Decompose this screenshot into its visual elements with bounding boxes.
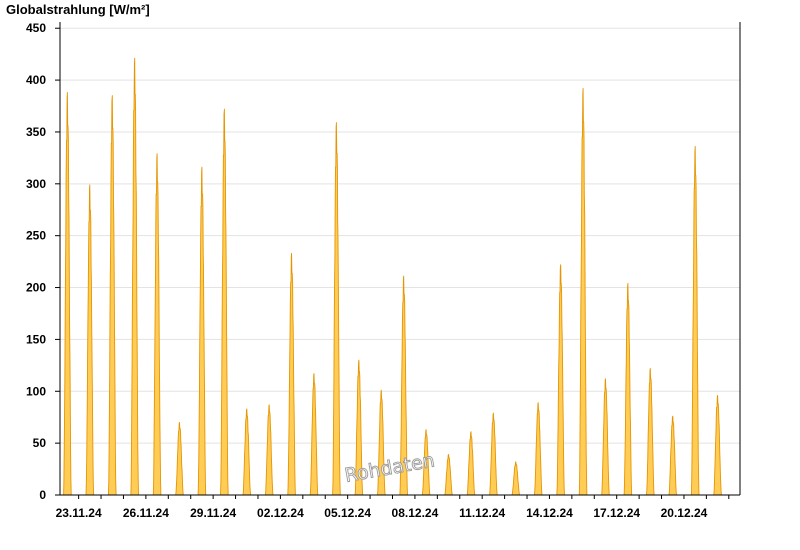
daily-radiation-19.12.24 — [668, 415, 678, 496]
daily-radiation-24.11.24 — [107, 95, 117, 496]
daily-radiation-02.12.24 — [287, 252, 296, 496]
ytick-label-50: 50 — [33, 436, 47, 450]
xtick-label-11.12.24: 11.12.24 — [459, 506, 505, 520]
solar-radiation-chart: Globalstrahlung [W/m²] 0 50 100 150 200 250 30… — [6, 2, 741, 520]
gridlines — [60, 27, 740, 444]
y-axis-ticks: 0 50 100 150 200 250 300 350 400 450 — [26, 21, 60, 502]
daily-radiation-26.11.24 — [152, 153, 162, 496]
xtick-label-08.12.24: 08.12.24 — [392, 506, 439, 520]
ytick-label-400: 400 — [26, 73, 46, 87]
ytick-label-100: 100 — [26, 384, 46, 398]
xtick-label-23.11.24: 23.11.24 — [56, 506, 102, 520]
daily-radiation-15.12.24 — [578, 87, 588, 496]
daily-radiation-14.12.24 — [556, 264, 565, 496]
daily-radiation-03.12.24 — [309, 373, 319, 496]
daily-radiation-27.11.24 — [175, 421, 184, 496]
daily-radiation-16.12.24 — [601, 378, 610, 496]
xtick-label-29.11.24: 29.11.24 — [190, 506, 236, 520]
ytick-label-200: 200 — [26, 281, 46, 295]
daily-radiation-28.11.24 — [197, 166, 207, 496]
xtick-label-14.12.24: 14.12.24 — [526, 506, 573, 520]
x-axis-ticks: 23.11.24 26.11.24 29.11.24 02.12.24 05.12.24… — [56, 495, 730, 520]
ytick-label-300: 300 — [26, 177, 46, 191]
radiation-series — [63, 57, 722, 496]
xtick-label-05.12.24: 05.12.24 — [324, 506, 371, 520]
daily-radiation-09.12.24 — [444, 454, 453, 496]
daily-radiation-13.12.24 — [533, 402, 543, 496]
daily-radiation-18.12.24 — [646, 368, 655, 496]
ytick-label-150: 150 — [26, 332, 46, 346]
xtick-label-26.11.24: 26.11.24 — [123, 506, 169, 520]
daily-radiation-10.12.24 — [466, 431, 476, 496]
xtick-label-20.12.24: 20.12.24 — [661, 506, 708, 520]
daily-radiation-01.12.24 — [264, 404, 274, 496]
xtick-label-17.12.24: 17.12.24 — [593, 506, 640, 520]
daily-radiation-23.11.24 — [85, 184, 95, 496]
daily-radiation-20.12.24 — [690, 146, 700, 496]
ytick-label-0: 0 — [39, 488, 46, 502]
daily-radiation-30.11.24 — [242, 408, 252, 496]
daily-radiation-17.12.24 — [623, 282, 633, 496]
daily-radiation-11.12.24 — [489, 412, 498, 496]
daily-radiation-21.12.24 — [713, 394, 722, 496]
ytick-label-350: 350 — [26, 125, 46, 139]
xtick-label-02.12.24: 02.12.24 — [257, 506, 304, 520]
daily-radiation-25.11.24 — [130, 57, 139, 496]
daily-radiation-29.11.24 — [220, 108, 229, 496]
daily-radiation-22.11.24 — [63, 92, 72, 496]
y-axis-label: Globalstrahlung [W/m²] — [6, 2, 150, 17]
daily-radiation-12.12.24 — [511, 461, 521, 496]
daily-radiation-04.12.24 — [332, 122, 341, 496]
ytick-label-450: 450 — [26, 21, 46, 35]
ytick-label-250: 250 — [26, 229, 46, 243]
